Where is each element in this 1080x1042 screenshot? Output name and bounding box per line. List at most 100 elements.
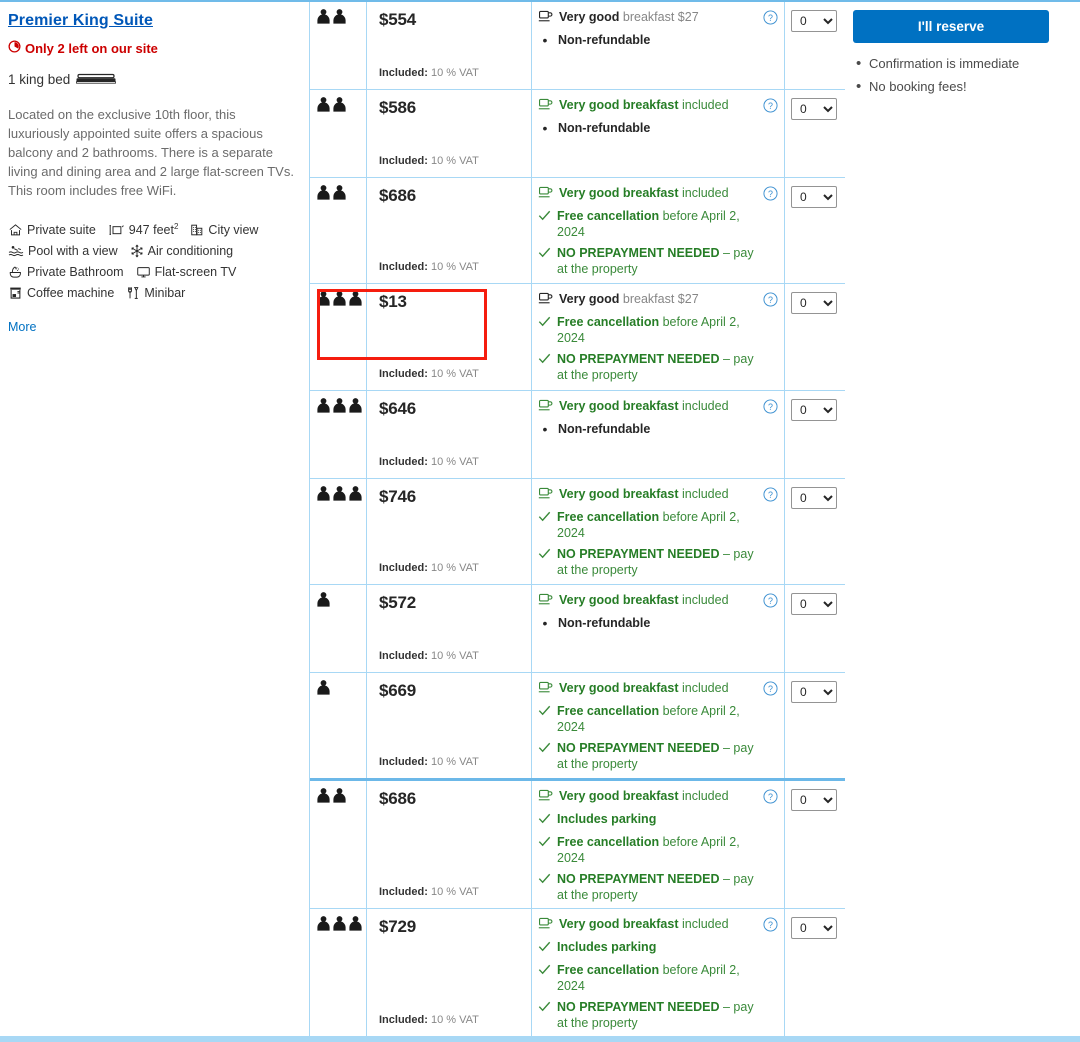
coffee-cup-icon bbox=[538, 291, 553, 309]
help-circle-icon[interactable]: ? bbox=[763, 399, 778, 417]
rate-option: Very good breakfast $27 bbox=[538, 291, 776, 309]
occupancy-icons bbox=[316, 290, 366, 306]
rate-option-text: Non-refundable bbox=[558, 121, 651, 135]
facility-pool-view: Pool with a view bbox=[8, 244, 118, 258]
rate-option: Very good breakfast included bbox=[538, 788, 776, 806]
check-icon bbox=[538, 509, 551, 527]
rate-option-text: Very good breakfast included bbox=[559, 789, 729, 804]
room-quantity-select[interactable]: 012 bbox=[791, 292, 837, 315]
rate-option: Free cancellation before April 2, 2024 bbox=[538, 314, 776, 346]
help-circle-icon[interactable]: ? bbox=[763, 487, 778, 505]
room-quantity-select[interactable]: 012 bbox=[791, 10, 837, 32]
room-quantity-select[interactable]: 012 bbox=[791, 592, 837, 615]
occupancy-cell bbox=[310, 584, 367, 672]
room-quantity-select[interactable]: 012 bbox=[791, 98, 837, 120]
rate-option-text: Very good breakfast $27 bbox=[559, 10, 699, 24]
rate-row: $686 Included: 10 % VAT Very good breakfas… bbox=[310, 781, 845, 910]
more-details-link[interactable]: More bbox=[8, 320, 36, 334]
person-icon bbox=[348, 485, 363, 501]
svg-text:?: ? bbox=[768, 489, 773, 499]
area-size-icon bbox=[108, 223, 125, 237]
quantity-cell: 012 bbox=[785, 781, 844, 908]
help-circle-icon[interactable]: ? bbox=[763, 593, 778, 611]
room-quantity-select[interactable]: 012 bbox=[791, 917, 837, 940]
facility-coffee-machine: Coffee machine bbox=[8, 286, 114, 300]
room-quantity-select[interactable]: 012 bbox=[791, 398, 837, 421]
rate-option: Very good breakfast included bbox=[538, 916, 776, 934]
check-icon bbox=[538, 740, 551, 758]
reserve-button[interactable]: I'll reserve bbox=[853, 10, 1049, 43]
rate-option: NO PREPAYMENT NEEDED – pay at the proper… bbox=[538, 871, 776, 903]
options-cell: Very good breakfast included Free cancell… bbox=[532, 672, 785, 779]
options-cell: Very good breakfast $27 • Non-refundable? bbox=[532, 2, 785, 89]
price-cell: $729 Included: 10 % VAT bbox=[367, 909, 532, 1037]
price-cell: $669 Included: 10 % VAT bbox=[367, 672, 532, 779]
price-vat-note: Included: 10 % VAT bbox=[379, 561, 479, 574]
rate-option-text: Very good breakfast included bbox=[559, 398, 729, 413]
occupancy-cell bbox=[310, 2, 367, 89]
facility-row: Private suite 947 feet2 City view bbox=[8, 222, 299, 237]
facility-row: Coffee machine Minibar bbox=[8, 286, 299, 300]
vat-label: Included: bbox=[379, 455, 428, 468]
help-circle-icon[interactable]: ? bbox=[763, 917, 778, 935]
facility-label: Private suite bbox=[27, 222, 96, 237]
person-icon bbox=[316, 397, 331, 413]
price-amount: $646 bbox=[379, 398, 417, 418]
price-amount: $686 bbox=[379, 789, 417, 809]
rate-option: Very good breakfast included bbox=[538, 97, 776, 115]
price-vat-note: Included: 10 % VAT bbox=[379, 649, 479, 662]
facility-private-bathroom: Private Bathroom bbox=[8, 265, 124, 279]
rate-option-text: Very good breakfast included bbox=[559, 917, 729, 932]
occupancy-icons bbox=[316, 485, 366, 501]
vat-label: Included: bbox=[379, 367, 428, 380]
coffee-cup-icon bbox=[538, 592, 553, 610]
facility-label: Coffee machine bbox=[27, 286, 115, 301]
rate-row: $729 Included: 10 % VAT Very good breakfas… bbox=[310, 909, 845, 1037]
options-cell: Very good breakfast included Free cancell… bbox=[532, 478, 785, 584]
room-quantity-select[interactable]: 012 bbox=[791, 680, 837, 703]
price-vat-note: Included: 10 % VAT bbox=[379, 455, 479, 468]
rate-row: $746 Included: 10 % VAT Very good breakfas… bbox=[310, 478, 845, 585]
svg-text:?: ? bbox=[768, 13, 773, 23]
rate-row: $586 Included: 10 % VAT Very good breakfas… bbox=[310, 90, 845, 178]
rate-row: $572 Included: 10 % VAT Very good breakfas… bbox=[310, 584, 845, 673]
bed-label: 1 king bed bbox=[8, 72, 71, 87]
help-circle-icon[interactable]: ? bbox=[763, 292, 778, 310]
help-circle-icon[interactable]: ? bbox=[763, 789, 778, 807]
room-quantity-select[interactable]: 012 bbox=[791, 486, 837, 509]
facility-flat-screen-tv: Flat-screen TV bbox=[136, 265, 236, 279]
room-quantity-select[interactable]: 012 bbox=[791, 186, 837, 208]
options-cell: Very good breakfast included Free cancell… bbox=[532, 178, 785, 284]
rate-option: Free cancellation before April 2, 2024 bbox=[538, 509, 776, 541]
svg-text:?: ? bbox=[768, 596, 773, 606]
rate-option: Very good breakfast $27 bbox=[538, 9, 776, 27]
rate-option: Free cancellation before April 2, 2024 bbox=[538, 208, 776, 240]
rate-option: Very good breakfast included bbox=[538, 398, 776, 416]
price-vat-note: Included: 10 % VAT bbox=[379, 756, 479, 769]
person-icon bbox=[316, 184, 331, 200]
help-circle-icon[interactable]: ? bbox=[763, 186, 778, 204]
price-cell: $646 Included: 10 % VAT bbox=[367, 390, 532, 478]
rate-option-text: Free cancellation before April 2, 2024 bbox=[557, 509, 740, 540]
city-view-icon bbox=[190, 223, 204, 237]
room-title-link[interactable]: Premier King Suite bbox=[8, 12, 153, 30]
vat-label: Included: bbox=[379, 561, 428, 574]
price-amount: $729 bbox=[379, 917, 417, 937]
help-circle-icon[interactable]: ? bbox=[763, 10, 778, 28]
minibar-icon bbox=[126, 286, 140, 300]
check-icon bbox=[538, 546, 551, 564]
rate-option-text: NO PREPAYMENT NEEDED – pay at the proper… bbox=[557, 1000, 754, 1031]
quantity-cell: 012 bbox=[785, 909, 844, 1036]
facility-room-size: 947 feet2 bbox=[108, 222, 178, 237]
room-quantity-select[interactable]: 012 bbox=[791, 789, 837, 812]
options-cell: Very good breakfast included • Non-refunda… bbox=[532, 90, 785, 177]
price-cell: $13 Included: 10 % VAT bbox=[367, 284, 532, 390]
help-circle-icon[interactable]: ? bbox=[763, 681, 778, 699]
person-icon bbox=[316, 915, 331, 931]
check-icon bbox=[538, 245, 551, 263]
vat-label: Included: bbox=[379, 261, 428, 274]
help-circle-icon[interactable]: ? bbox=[763, 98, 778, 116]
price-vat-note: Included: 10 % VAT bbox=[379, 1014, 479, 1027]
scarcity-text: Only 2 left on our site bbox=[25, 40, 158, 56]
facility-label: Pool with a view bbox=[28, 244, 118, 259]
